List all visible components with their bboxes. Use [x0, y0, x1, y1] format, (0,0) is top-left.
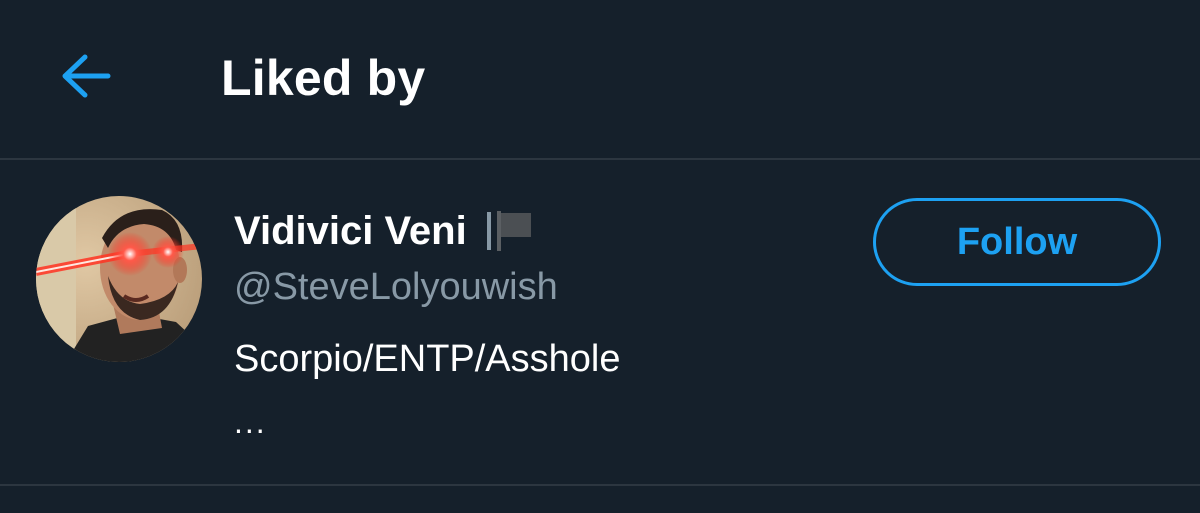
bio-more-ellipsis: ... — [234, 404, 267, 440]
user-handle: @SteveLolyouwish — [234, 266, 558, 308]
page-title: Liked by — [221, 50, 426, 106]
arrow-left-icon — [62, 54, 111, 98]
name-separator — [486, 212, 491, 250]
avatar[interactable] — [36, 196, 202, 362]
follow-button[interactable]: Follow — [873, 198, 1161, 286]
user-bio: Scorpio/ENTP/Asshole — [234, 338, 621, 380]
user-list-item[interactable]: Vidivici Veni @SteveLolyouwish Scorpio/E… — [0, 160, 1200, 486]
back-button[interactable] — [56, 48, 116, 104]
user-display-name[interactable]: Vidivici Veni — [234, 204, 467, 258]
header-bar: Liked by — [0, 0, 1200, 160]
flag-icon — [496, 211, 533, 251]
user-name-line: Vidivici Veni — [234, 204, 533, 258]
liked-by-screen: Liked by Vidivici Veni @SteveLolyouwish … — [0, 0, 1200, 513]
